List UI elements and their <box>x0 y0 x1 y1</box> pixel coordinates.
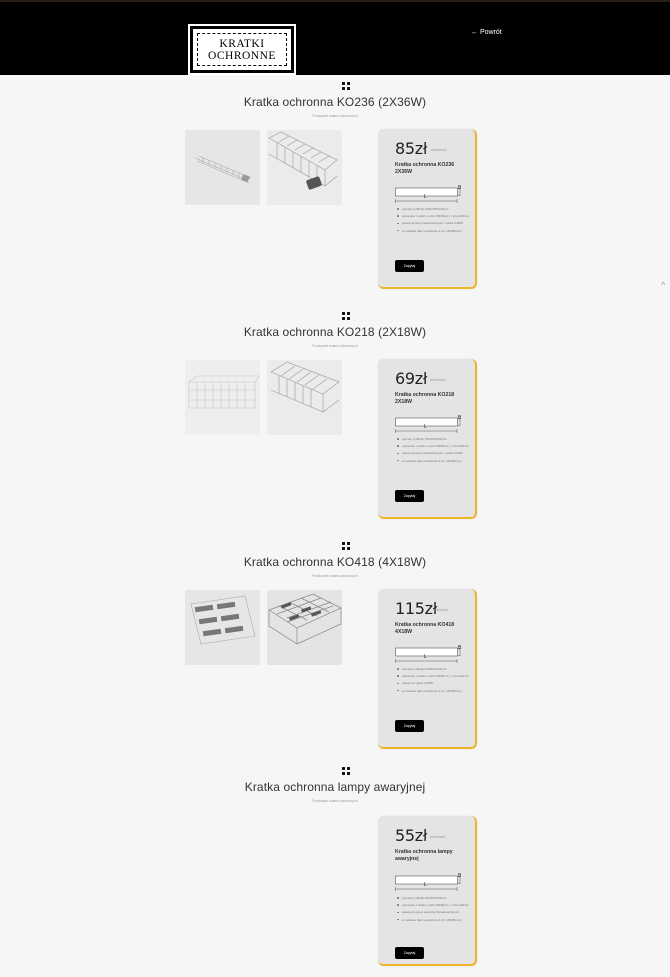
feature-item: w zestawie haki montażowe 4 szt. (Φ5x80m… <box>396 918 470 922</box>
dimension-b-label: B <box>458 415 462 421</box>
product-image[interactable] <box>267 130 342 205</box>
price-note: netto/szt. <box>433 607 450 612</box>
dimension-l-label: L <box>424 194 427 200</box>
price-card: 115zł netto/szt. Kratka ochronna KO418 4… <box>378 589 477 749</box>
price-card: 55zł netto/szt. Kratka ochronna lampy aw… <box>378 816 477 966</box>
feature-item: wykonane z siatki o oczku 50x50mm, z dru… <box>396 674 470 678</box>
product-title: Kratka ochronna lampy awaryjnej <box>244 780 426 794</box>
product-image[interactable] <box>185 360 260 435</box>
card-product-name: Kratka ochronna KO236 2X36W <box>395 162 455 175</box>
inquiry-button[interactable]: Zapytaj <box>395 947 424 959</box>
inquiry-button[interactable]: Zapytaj <box>395 720 424 732</box>
product-section: Kratka ochronna KO418 (4X18W) Producent … <box>0 542 670 752</box>
grid-icon <box>342 312 350 320</box>
price-note: netto/szt. <box>430 377 447 382</box>
price: 115zł <box>395 599 437 618</box>
product-subtitle: Producent kratek ochronnych <box>312 799 358 803</box>
feature-item: wymiary (LxBxH) 630x630x100mm <box>396 667 470 671</box>
product-subtitle: Producent kratek ochronnych <box>312 574 358 578</box>
grid-icon <box>342 82 350 90</box>
feature-item: wymiary (LxBxH) 700x155x100mm <box>396 437 470 441</box>
inquiry-button[interactable]: Zapytaj <box>395 260 424 272</box>
dimension-l-label: L <box>424 424 427 430</box>
price: 85zł <box>395 139 428 158</box>
product-image[interactable] <box>267 360 342 435</box>
product-subtitle: Producent kratek ochronnych <box>312 344 358 348</box>
logo-line-2: OCHRONNE <box>208 49 276 62</box>
feature-list: wymiary (LxBxH) 700x155x100mm wykonane z… <box>396 437 470 466</box>
feature-item: w zestawie haki montażowe 4 szt. (Φ5x80m… <box>396 459 470 463</box>
feature-list: wymiary (LxBxH) 630x630x100mm wykonane z… <box>396 667 470 696</box>
dimension-b-label: B <box>458 645 462 651</box>
logo-line-1: KRATKI <box>219 37 265 50</box>
logo[interactable]: KRATKI OCHRONNE <box>188 24 296 75</box>
price-note: netto/szt. <box>430 834 447 839</box>
feature-item: wykonane z siatki o oczku 50x50mm, z dru… <box>396 444 470 448</box>
feature-item: pasuje do lamp świetlówkowych i opraw 2x… <box>396 221 470 225</box>
feature-item: w zestawie haki montażowe 4 szt. (Φ5x80m… <box>396 229 470 233</box>
back-link[interactable]: ← Powrót <box>471 29 502 36</box>
product-section: Kratka ochronna lampy awaryjnej Producen… <box>0 767 670 977</box>
dimensions-diagram <box>395 186 465 206</box>
feature-list: wymiary (LxBxH) 1300x155x100mm wykonane … <box>396 207 470 236</box>
product-title: Kratka ochronna KO236 (2X36W) <box>243 95 427 109</box>
feature-item: wymiary (LxBxH) 400x155x100mm <box>396 896 470 900</box>
feature-list: wymiary (LxBxH) 400x155x100mm wykonane z… <box>396 896 470 925</box>
product-title: Kratka ochronna KO418 (4X18W) <box>243 555 427 569</box>
feature-item: pasuje do opraw awaryjnych/ewakuacyjnych <box>396 910 470 914</box>
feature-item: w zestawie haki montażowe 4 szt. (Φ5x80m… <box>396 689 470 693</box>
dimension-l-label: L <box>424 882 427 888</box>
site-header: KRATKI OCHRONNE ← Powrót <box>0 0 670 75</box>
card-product-name: Kratka ochronna KO218 2X18W <box>395 392 455 405</box>
feature-item: wykonane z siatki o oczku 50x50mm, z dru… <box>396 903 470 907</box>
feature-item: pasuje do opraw 4x18W <box>396 681 470 685</box>
price-card: 85zł netto/szt. Kratka ochronna KO236 2X… <box>378 129 477 289</box>
dimension-l-label: L <box>424 654 427 660</box>
price-note: netto/szt. <box>431 147 448 152</box>
feature-item: wykonane z siatki o oczku 50x50mm, z dru… <box>396 214 470 218</box>
feature-item: pasuje do lamp świetlówkowych i opraw 2x… <box>396 451 470 455</box>
dimensions-diagram <box>395 646 465 666</box>
product-section: Kratka ochronna KO236 (2X36W) Producent … <box>0 82 670 292</box>
card-product-name: Kratka ochronna KO418 4X18W <box>395 622 455 635</box>
price: 55zł <box>395 826 428 845</box>
logo-text: KRATKI OCHRONNE <box>197 33 287 66</box>
inquiry-button[interactable]: Zapytaj <box>395 490 424 502</box>
grid-icon <box>342 542 350 550</box>
dimensions-diagram <box>395 874 465 894</box>
product-image[interactable] <box>185 130 260 205</box>
feature-item: wymiary (LxBxH) 1300x155x100mm <box>396 207 470 211</box>
dimensions-diagram <box>395 416 465 436</box>
product-image[interactable] <box>185 590 260 665</box>
card-product-name: Kratka ochronna lampy awaryjnej <box>395 849 453 862</box>
product-image[interactable] <box>267 590 342 665</box>
grid-icon <box>342 767 350 775</box>
price: 69zł <box>395 369 428 388</box>
product-subtitle: Producent kratek ochronnych <box>312 114 358 118</box>
dimension-b-label: B <box>458 873 462 879</box>
product-section: Kratka ochronna KO218 (2X18W) Producent … <box>0 312 670 522</box>
price-card: 69zł netto/szt. Kratka ochronna KO218 2X… <box>378 359 477 519</box>
product-title: Kratka ochronna KO218 (2X18W) <box>243 325 427 339</box>
dimension-b-label: B <box>458 185 462 191</box>
